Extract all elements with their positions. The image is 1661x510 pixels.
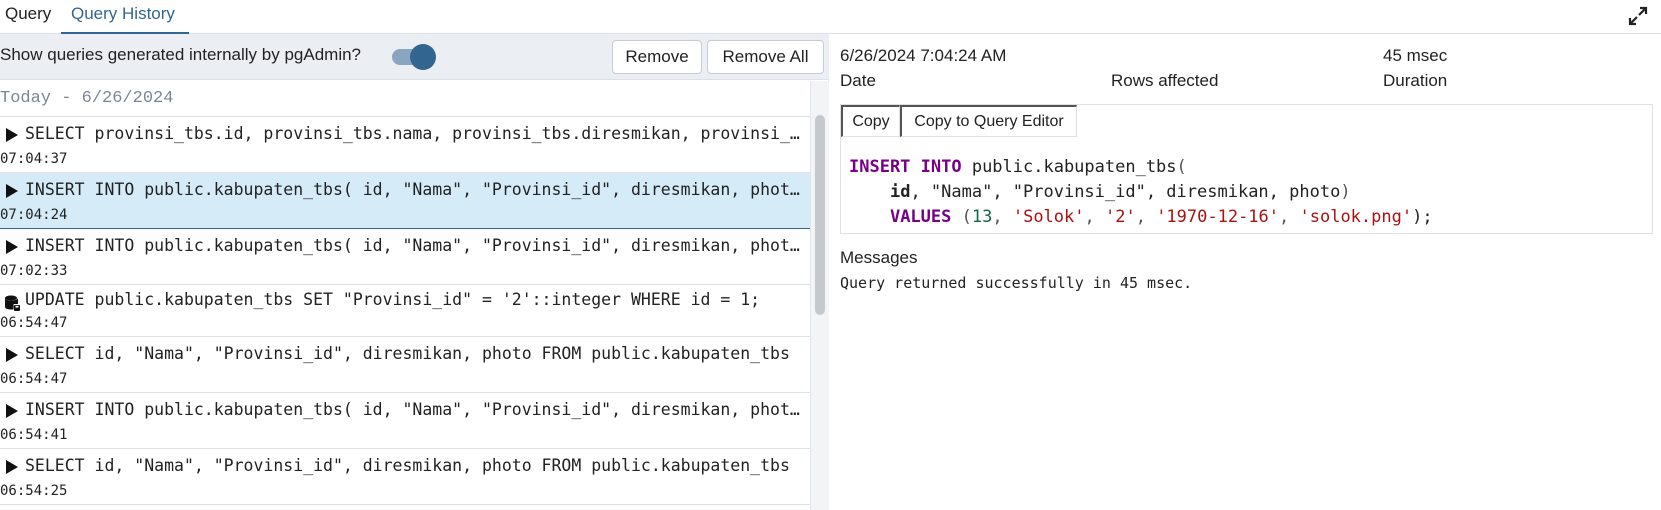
code-string: '2' xyxy=(1104,207,1136,227)
history-entry-time: 06:54:47 xyxy=(0,371,68,387)
date-label: Date xyxy=(840,71,876,90)
history-list: Today - 6/26/2024 SELECT provinsi_tbs.id… xyxy=(0,81,810,510)
tab-bar: Query Query History xyxy=(0,0,1661,34)
show-internal-toggle[interactable] xyxy=(390,44,436,70)
history-entry[interactable]: SELECT id, "Nama", "Provinsi_id", diresm… xyxy=(0,449,810,505)
code-string: 'solok.png' xyxy=(1299,207,1413,227)
duration-label: Duration xyxy=(1383,71,1448,90)
code-column: id xyxy=(889,182,911,202)
query-code-box: Copy Copy to Query Editor INSERT INTO pu… xyxy=(840,104,1653,234)
show-internal-label: Show queries generated internally by pgA… xyxy=(0,45,362,64)
history-scrollbar[interactable] xyxy=(810,81,829,510)
play-icon xyxy=(6,460,18,474)
query-code[interactable]: INSERT INTO public.kabupaten_tbs( id, "N… xyxy=(849,155,1433,230)
code-punct: ( xyxy=(1176,157,1187,177)
play-icon xyxy=(6,240,18,254)
history-entry-time: 07:04:24 xyxy=(0,207,68,223)
history-entry-sql: UPDATE public.kabupaten_tbs SET "Provins… xyxy=(25,290,761,309)
rows-affected-label: Rows affected xyxy=(1111,71,1219,90)
history-entry-time: 06:54:41 xyxy=(0,427,68,443)
play-icon xyxy=(6,128,18,142)
code-text: , "Nama", "Provinsi_id", diresmikan, pho… xyxy=(910,182,1341,202)
history-entry-time: 07:04:37 xyxy=(0,151,68,167)
history-entry[interactable]: SELECT id, "Nama", "Provinsi_id", diresm… xyxy=(0,337,810,393)
history-entry[interactable]: INSERT INTO public.kabupaten_tbs( id, "N… xyxy=(0,229,810,285)
play-icon xyxy=(6,184,18,198)
toggle-knob xyxy=(410,44,436,70)
date-group-header: Today - 6/26/2024 xyxy=(0,81,810,117)
history-entry-time: 06:54:25 xyxy=(0,483,68,499)
messages-heading: Messages xyxy=(840,248,918,267)
history-entry-sql: INSERT INTO public.kabupaten_tbs( id, "N… xyxy=(25,180,800,199)
code-keyword: VALUES xyxy=(889,207,952,227)
play-icon xyxy=(6,348,18,362)
code-string: '1970-12-16' xyxy=(1156,207,1280,227)
code-keyword: INSERT INTO xyxy=(849,157,962,177)
history-entry[interactable]: SELECT provinsi_tbs.id, provinsi_tbs.nam… xyxy=(0,117,810,173)
copy-button[interactable]: Copy xyxy=(841,105,900,137)
database-save-icon xyxy=(5,295,20,311)
messages-text: Query returned successfully in 45 msec. xyxy=(840,274,1193,292)
history-entry-sql: INSERT INTO public.kabupaten_tbs( id, "N… xyxy=(25,236,800,255)
history-entry-time: 06:54:47 xyxy=(0,315,68,331)
copy-to-query-editor-button[interactable]: Copy to Query Editor xyxy=(900,105,1077,137)
date-value: 6/26/2024 7:04:24 AM xyxy=(840,46,1007,65)
history-entry-time: 07:02:33 xyxy=(0,263,68,279)
code-punct: ) xyxy=(1340,182,1351,202)
history-entry-selected[interactable]: INSERT INTO public.kabupaten_tbs( id, "N… xyxy=(0,173,810,229)
code-string: 'Solok' xyxy=(1012,207,1085,227)
remove-button[interactable]: Remove xyxy=(612,40,702,74)
code-text: public.kabupaten_tbs xyxy=(961,157,1177,177)
tab-query-history[interactable]: Query History xyxy=(61,0,189,34)
tab-query[interactable]: Query xyxy=(5,0,51,34)
code-number: 13 xyxy=(971,207,993,227)
remove-all-button[interactable]: Remove All xyxy=(707,40,824,74)
history-entry-sql: INSERT INTO public.kabupaten_tbs( id, "N… xyxy=(25,400,800,419)
history-entry-sql: SELECT id, "Nama", "Provinsi_id", diresm… xyxy=(25,344,790,363)
history-detail-pane: 6/26/2024 7:04:24 AM Date Rows affected … xyxy=(830,34,1661,510)
expand-icon[interactable] xyxy=(1627,5,1649,27)
play-icon xyxy=(6,404,18,418)
history-entry-sql: SELECT provinsi_tbs.id, provinsi_tbs.nam… xyxy=(25,124,800,143)
history-list-pane: Show queries generated internally by pgA… xyxy=(0,34,829,510)
history-toolbar: Show queries generated internally by pgA… xyxy=(0,34,829,80)
history-entry[interactable]: UPDATE public.kabupaten_tbs SET "Provins… xyxy=(0,285,810,337)
duration-value: 45 msec xyxy=(1383,46,1448,65)
history-entry[interactable]: INSERT INTO public.kabupaten_tbs( id, "N… xyxy=(0,393,810,449)
history-entry-sql: SELECT id, "Nama", "Provinsi_id", diresm… xyxy=(25,456,790,475)
scrollbar-thumb[interactable] xyxy=(815,115,825,315)
